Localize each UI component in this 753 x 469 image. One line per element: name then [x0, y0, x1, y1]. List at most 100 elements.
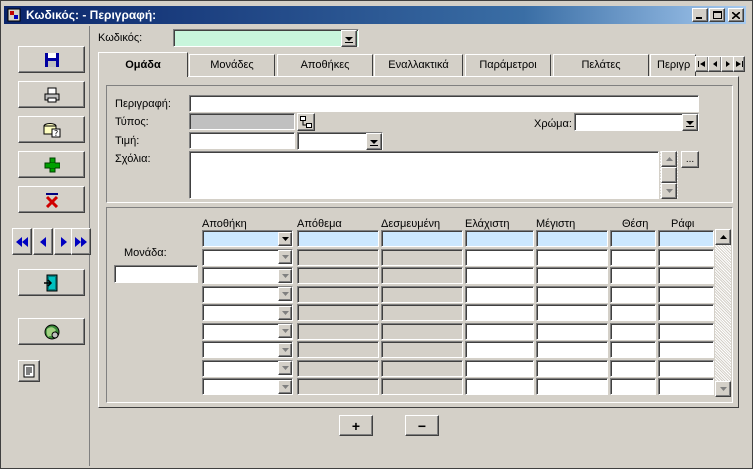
cell-maximum[interactable] — [536, 322, 608, 340]
close-button[interactable] — [728, 8, 744, 22]
cell-shelf[interactable] — [658, 341, 714, 358]
tab-group[interactable]: Ομάδα — [98, 52, 188, 77]
warehouse-dropdown-button[interactable] — [278, 342, 292, 357]
warehouse-dropdown-button[interactable] — [278, 268, 292, 283]
grid-scrollbar[interactable] — [715, 229, 731, 397]
type-lookup-button[interactable] — [297, 113, 315, 131]
cell-stock[interactable] — [297, 304, 379, 321]
notes-button[interactable] — [18, 360, 40, 382]
warehouse-dropdown-button[interactable] — [278, 379, 292, 394]
cell-minimum[interactable] — [465, 248, 534, 266]
cell-maximum[interactable] — [536, 285, 608, 303]
color-dropdown-button[interactable] — [682, 114, 698, 131]
cell-position[interactable] — [610, 285, 656, 303]
delete-record-button[interactable] — [18, 186, 85, 213]
cell-stock[interactable] — [297, 285, 379, 303]
cell-minimum[interactable] — [465, 267, 534, 284]
cell-position[interactable] — [610, 378, 656, 395]
cell-minimum[interactable] — [465, 285, 534, 303]
tab-alternatives[interactable]: Εναλλακτικά — [374, 54, 463, 76]
remove-row-button[interactable]: − — [405, 415, 439, 436]
query-button[interactable]: ? — [18, 116, 85, 143]
cell-maximum[interactable] — [536, 267, 608, 284]
price-unit-dropdown-button[interactable] — [366, 133, 382, 150]
first-record-button[interactable] — [12, 228, 32, 255]
code-combo[interactable] — [173, 29, 359, 47]
color-combo[interactable] — [574, 113, 699, 131]
comments-ellipsis-button[interactable]: ... — [681, 151, 699, 168]
cell-position[interactable] — [610, 322, 656, 340]
tab-scroll-last[interactable] — [733, 56, 745, 72]
cell-reserved[interactable] — [381, 359, 463, 377]
cell-maximum[interactable] — [536, 359, 608, 377]
tab-units[interactable]: Μονάδες — [189, 54, 275, 76]
cell-shelf[interactable] — [658, 378, 714, 395]
cell-maximum[interactable] — [536, 248, 608, 266]
cell-shelf[interactable] — [658, 304, 714, 321]
cell-shelf[interactable] — [658, 267, 714, 284]
cell-reserved[interactable] — [381, 304, 463, 321]
cell-stock[interactable] — [297, 267, 379, 284]
description-input[interactable] — [189, 95, 699, 112]
cell-reserved[interactable] — [381, 285, 463, 303]
scroll-down-button[interactable] — [715, 381, 731, 397]
cell-stock[interactable] — [297, 341, 379, 358]
cell-stock[interactable] — [297, 378, 379, 395]
warehouse-dropdown-button[interactable] — [278, 231, 292, 246]
cell-stock[interactable] — [297, 248, 379, 266]
cell-position[interactable] — [610, 267, 656, 284]
cell-shelf[interactable] — [658, 230, 714, 247]
maximize-button[interactable] — [709, 8, 725, 22]
web-button[interactable] — [18, 318, 85, 345]
exit-button[interactable] — [18, 269, 85, 296]
tab-scroll-left[interactable] — [708, 56, 722, 72]
tab-customers[interactable]: Πελάτες — [553, 54, 649, 76]
cell-reserved[interactable] — [381, 230, 463, 247]
warehouse-dropdown-button[interactable] — [278, 287, 292, 301]
comments-textarea[interactable] — [189, 151, 659, 199]
cell-position[interactable] — [610, 341, 656, 358]
cell-reserved[interactable] — [381, 248, 463, 266]
title-bar[interactable]: Κωδικός: - Περιγραφή: — [4, 6, 746, 24]
cell-stock[interactable] — [297, 230, 379, 247]
price-input[interactable] — [189, 132, 295, 149]
cell-maximum[interactable] — [536, 341, 608, 358]
unit-input[interactable] — [114, 265, 198, 283]
cell-minimum[interactable] — [465, 322, 534, 340]
warehouse-dropdown-button[interactable] — [278, 305, 292, 320]
add-record-button[interactable] — [18, 151, 85, 178]
minimize-button[interactable] — [692, 8, 708, 22]
cell-minimum[interactable] — [465, 304, 534, 321]
cell-position[interactable] — [610, 230, 656, 247]
cell-stock[interactable] — [297, 322, 379, 340]
cell-reserved[interactable] — [381, 267, 463, 284]
scroll-thumb[interactable] — [661, 167, 677, 183]
add-row-button[interactable]: + — [339, 415, 373, 436]
cell-stock[interactable] — [297, 359, 379, 377]
cell-minimum[interactable] — [465, 341, 534, 358]
cell-shelf[interactable] — [658, 359, 714, 377]
cell-minimum[interactable] — [465, 378, 534, 395]
tab-parameters[interactable]: Παράμετροι — [465, 54, 551, 76]
warehouse-dropdown-button[interactable] — [278, 250, 292, 264]
cell-position[interactable] — [610, 359, 656, 377]
cell-position[interactable] — [610, 304, 656, 321]
tab-warehouses[interactable]: Αποθήκες — [277, 54, 373, 76]
cell-maximum[interactable] — [536, 230, 608, 247]
cell-minimum[interactable] — [465, 230, 534, 247]
tab-descriptions[interactable]: Περιγρ — [650, 54, 696, 76]
cell-reserved[interactable] — [381, 378, 463, 395]
previous-record-button[interactable] — [33, 228, 53, 255]
print-button[interactable] — [18, 81, 85, 108]
scroll-up-button[interactable] — [715, 229, 731, 245]
cell-minimum[interactable] — [465, 359, 534, 377]
code-dropdown-button[interactable] — [341, 30, 357, 47]
cell-reserved[interactable] — [381, 322, 463, 340]
cell-shelf[interactable] — [658, 285, 714, 303]
warehouse-dropdown-button[interactable] — [278, 361, 292, 375]
comments-scrollbar[interactable] — [660, 151, 678, 199]
cell-shelf[interactable] — [658, 248, 714, 266]
scroll-up-button[interactable] — [661, 151, 677, 167]
tab-scroll-first[interactable] — [695, 56, 709, 72]
warehouse-dropdown-button[interactable] — [278, 324, 292, 338]
